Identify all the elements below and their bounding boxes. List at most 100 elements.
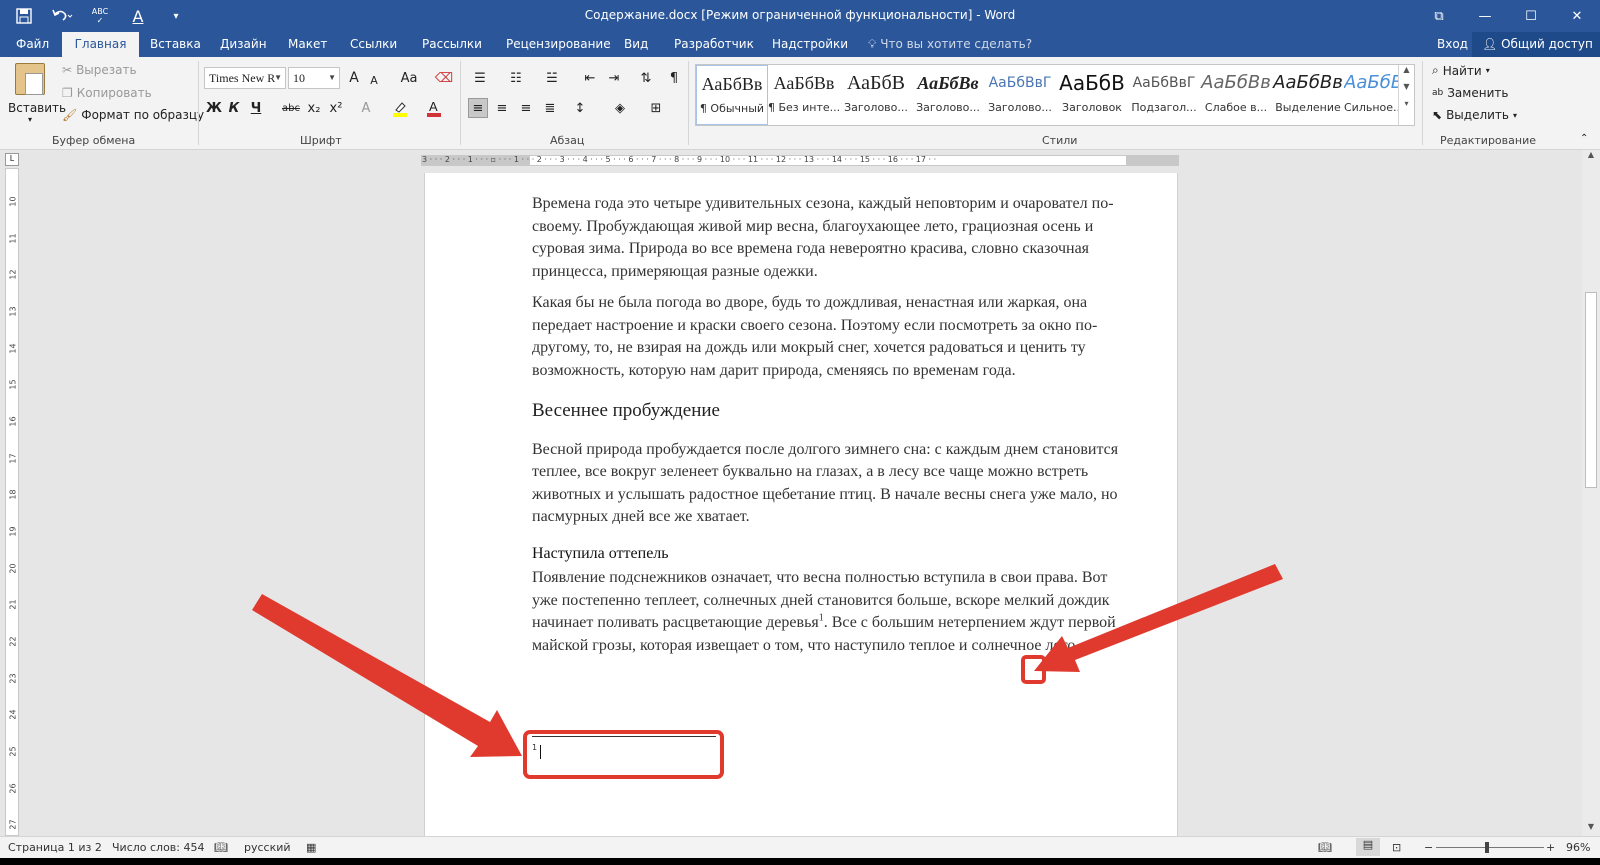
align-center-icon[interactable]: ≡ <box>492 98 512 118</box>
horizontal-ruler[interactable]: 3 · · · 2 · · · 1 · · · ▫ · · · 1 · · · … <box>421 155 1179 166</box>
ribbon-display-icon[interactable]: ⧉ <box>1416 0 1462 32</box>
print-layout-icon[interactable]: ▤ <box>1356 838 1380 856</box>
cut-button[interactable]: ✂ Вырезать <box>62 63 137 77</box>
strikethrough-button[interactable]: abc <box>278 98 304 118</box>
styles-scroll[interactable]: ▲ ▼ ▾ <box>1398 65 1414 125</box>
zoom-slider-track[interactable] <box>1436 847 1544 848</box>
heading-spring[interactable]: Весеннее пробуждение <box>532 400 1132 423</box>
tab-mailings[interactable]: Рассылки <box>412 32 492 57</box>
heading-thaw[interactable]: Наступила оттепель <box>532 543 1132 566</box>
align-right-icon[interactable]: ≡ <box>516 98 536 118</box>
tab-references[interactable]: Ссылки <box>340 32 407 57</box>
tab-selector[interactable]: L <box>5 153 19 166</box>
bullets-icon[interactable]: ☰ <box>470 68 490 88</box>
document-body[interactable]: Времена года это четыре удивительных сез… <box>532 193 1132 666</box>
zoom-in-button[interactable]: + <box>1546 841 1555 854</box>
copy-button[interactable]: ❐ Копировать <box>62 86 152 100</box>
chevron-up-icon[interactable]: ▲ <box>1399 65 1414 74</box>
bold-button[interactable]: Ж <box>204 98 224 118</box>
scroll-thumb[interactable] <box>1585 292 1597 488</box>
shrink-font-button[interactable]: A <box>364 70 384 90</box>
chevron-down-icon[interactable]: ▼ <box>1399 82 1414 91</box>
format-painter-button[interactable]: 🖌︎ Формат по образцу <box>62 108 204 122</box>
word-count[interactable]: Число слов: 454 <box>112 841 205 854</box>
italic-button[interactable]: К <box>224 98 244 118</box>
share-button[interactable]: 👤︎ Общий доступ <box>1472 32 1600 57</box>
zoom-slider-thumb[interactable] <box>1485 842 1489 853</box>
macro-icon[interactable]: ▦ <box>306 841 316 854</box>
line-spacing-icon[interactable]: ↕ <box>570 98 590 118</box>
tab-view[interactable]: Вид <box>614 32 658 57</box>
ruler-number: 17 <box>8 453 18 464</box>
numbering-icon[interactable]: ☷ <box>506 68 526 88</box>
style-no-spacing[interactable]: АаБбВв ¶ Без инте... <box>768 65 840 125</box>
chevron-down-icon: ▾ <box>1512 110 1517 120</box>
sort-icon[interactable]: ⇅ <box>636 68 656 88</box>
page-count[interactable]: Страница 1 из 2 <box>8 841 102 854</box>
close-button[interactable]: ✕ <box>1554 0 1600 32</box>
tab-file[interactable]: Файл <box>6 32 59 57</box>
tab-home[interactable]: Главная <box>62 32 139 57</box>
minimize-button[interactable]: — <box>1462 0 1508 32</box>
login-link[interactable]: Вход <box>1437 32 1468 57</box>
vertical-ruler[interactable]: 10 11 12 13 14 15 16 17 18 19 20 21 22 23 24 25 26 27 <box>5 168 19 836</box>
multilevel-list-icon[interactable]: ☱ <box>542 68 562 88</box>
paragraph[interactable]: Весной природа пробуждается после долгог… <box>532 439 1132 529</box>
style-subtitle[interactable]: АаБбВвГ Подзагол... <box>1128 65 1200 125</box>
decrease-indent-icon[interactable]: ⇤ <box>580 68 600 88</box>
style-heading-2[interactable]: АаБбВв Заголово... <box>912 65 984 125</box>
pilcrow-icon[interactable]: ¶ <box>664 68 684 88</box>
superscript-button[interactable]: x² <box>326 98 346 118</box>
group-separator <box>1422 61 1423 145</box>
read-mode-icon[interactable]: 📖︎ <box>1318 841 1332 854</box>
scroll-up-icon[interactable]: ▲ <box>1582 150 1600 164</box>
proofing-icon[interactable]: 📖︎ <box>214 841 228 854</box>
paragraph-with-footnote[interactable]: Появление подснежников означает, что вес… <box>532 567 1132 657</box>
style-intense-emphasis[interactable]: АаБбВв Сильное... <box>1344 65 1398 125</box>
scroll-down-icon[interactable]: ▼ <box>1582 822 1600 836</box>
style-heading-1[interactable]: АаБбВ Заголово... <box>840 65 912 125</box>
style-heading-3[interactable]: АаБбВвГ Заголово... <box>984 65 1056 125</box>
font-size-combo[interactable]: 10 ▼ <box>288 67 340 89</box>
tab-insert[interactable]: Вставка <box>140 32 211 57</box>
font-color-button[interactable]: A <box>424 98 444 118</box>
paragraph[interactable]: Какая бы не была погода во дворе, будь т… <box>532 292 1132 382</box>
text-effects-icon[interactable]: A <box>356 98 376 118</box>
expand-gallery-icon[interactable]: ▾ <box>1399 99 1414 108</box>
replace-button[interactable]: ab Заменить <box>1432 86 1508 100</box>
tab-addins[interactable]: Надстройки <box>762 32 858 57</box>
style-emphasis[interactable]: АаБбВв Выделение <box>1272 65 1344 125</box>
align-left-icon[interactable]: ≡ <box>468 98 488 118</box>
tab-review[interactable]: Рецензирование <box>496 32 621 57</box>
shading-icon[interactable]: ◈ <box>610 98 630 118</box>
paste-button[interactable]: Вставить ▾ <box>8 63 66 124</box>
font-name-combo[interactable]: Times New R ▼ <box>204 67 286 89</box>
increase-indent-icon[interactable]: ⇥ <box>604 68 624 88</box>
paragraph[interactable]: Времена года это четыре удивительных сез… <box>532 193 1132 283</box>
style-title[interactable]: АаБбВ Заголовок <box>1056 65 1128 125</box>
clear-format-icon[interactable]: ⌫ <box>434 68 454 88</box>
underline-button[interactable]: Ч <box>246 98 266 118</box>
tell-me-box[interactable]: 💡︎ Что вы хотите сделать? <box>868 32 1032 57</box>
highlight-icon[interactable] <box>390 98 410 118</box>
change-case-button[interactable]: Aa <box>394 68 424 88</box>
grow-font-button[interactable]: A <box>344 68 364 88</box>
subscript-button[interactable]: x₂ <box>304 98 324 118</box>
tab-design[interactable]: Дизайн <box>210 32 277 57</box>
web-layout-icon[interactable]: ⊡ <box>1392 841 1401 854</box>
maximize-button[interactable]: ☐ <box>1508 0 1554 32</box>
document-page[interactable]: Времена года это четыре удивительных сез… <box>424 173 1178 836</box>
collapse-ribbon-icon[interactable]: ⌃ <box>1580 133 1588 144</box>
language[interactable]: русский <box>244 841 291 854</box>
vertical-scrollbar[interactable]: ▲ ▼ <box>1582 150 1600 836</box>
select-button[interactable]: ⬉ Выделить ▾ <box>1432 108 1517 122</box>
justify-icon[interactable]: ≣ <box>540 98 560 118</box>
tab-layout[interactable]: Макет <box>278 32 337 57</box>
zoom-out-button[interactable]: − <box>1424 841 1433 854</box>
zoom-level[interactable]: 96% <box>1566 841 1590 854</box>
borders-icon[interactable]: ⊞ <box>646 98 666 118</box>
tab-developer[interactable]: Разработчик <box>664 32 764 57</box>
style-normal[interactable]: АаБбВв ¶ Обычный <box>696 65 768 125</box>
find-button[interactable]: ⌕ Найти ▾ <box>1432 63 1490 78</box>
style-subtle-emphasis[interactable]: АаБбВв Слабое в... <box>1200 65 1272 125</box>
